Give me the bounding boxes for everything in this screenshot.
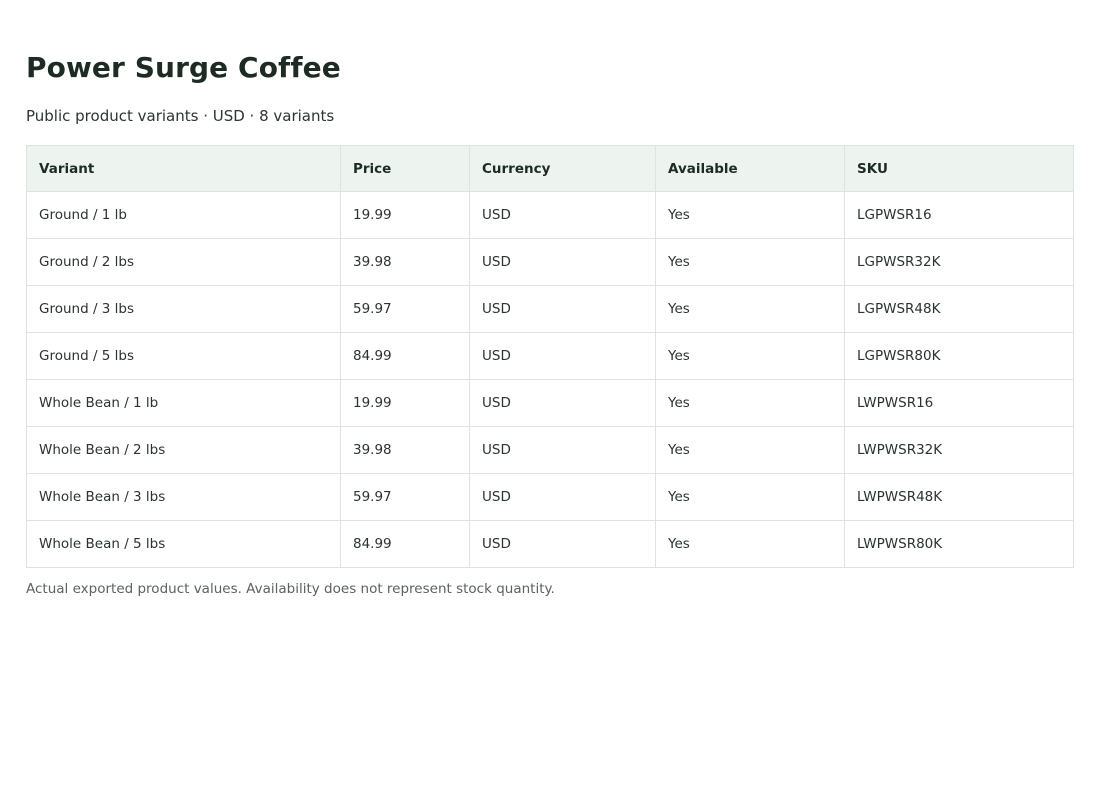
page: Power Surge Coffee Public product varian… [0, 0, 1100, 597]
cell-sku: LGPWSR16 [844, 191, 1074, 239]
cell-sku: LWPWSR80K [844, 520, 1074, 568]
cell-currency: USD [469, 238, 656, 286]
table-row: Whole Bean / 1 lb 19.99 USD Yes LWPWSR16 [26, 379, 1074, 427]
cell-available: Yes [655, 238, 845, 286]
cell-variant: Whole Bean / 3 lbs [26, 473, 341, 521]
cell-price: 19.99 [340, 379, 470, 427]
cell-sku: LWPWSR16 [844, 379, 1074, 427]
cell-available: Yes [655, 379, 845, 427]
column-header-sku: SKU [844, 145, 1074, 192]
cell-variant: Whole Bean / 5 lbs [26, 520, 341, 568]
cell-variant: Whole Bean / 1 lb [26, 379, 341, 427]
table-footnote: Actual exported product values. Availabi… [26, 581, 555, 597]
cell-variant: Ground / 5 lbs [26, 332, 341, 380]
cell-variant: Ground / 2 lbs [26, 238, 341, 286]
variants-table: Variant Price Currency Available SKU Gro… [26, 145, 1074, 568]
cell-sku: LGPWSR32K [844, 238, 1074, 286]
cell-currency: USD [469, 426, 656, 474]
cell-available: Yes [655, 191, 845, 239]
table-row: Ground / 5 lbs 84.99 USD Yes LGPWSR80K [26, 332, 1074, 380]
cell-currency: USD [469, 520, 656, 568]
cell-available: Yes [655, 332, 845, 380]
cell-variant: Whole Bean / 2 lbs [26, 426, 341, 474]
column-header-price: Price [340, 145, 470, 192]
cell-available: Yes [655, 285, 845, 333]
cell-currency: USD [469, 332, 656, 380]
cell-price: 84.99 [340, 332, 470, 380]
cell-available: Yes [655, 473, 845, 521]
header-row: Variant Price Currency Available SKU [26, 145, 1074, 192]
page-title: Power Surge Coffee [26, 51, 341, 84]
cell-price: 59.97 [340, 473, 470, 521]
cell-variant: Ground / 3 lbs [26, 285, 341, 333]
cell-currency: USD [469, 285, 656, 333]
table-row: Ground / 3 lbs 59.97 USD Yes LGPWSR48K [26, 285, 1074, 333]
cell-variant: Ground / 1 lb [26, 191, 341, 239]
column-header-currency: Currency [469, 145, 656, 192]
table-row: Ground / 1 lb 19.99 USD Yes LGPWSR16 [26, 191, 1074, 239]
page-subtitle: Public product variants · USD · 8 varian… [26, 107, 335, 125]
column-header-available: Available [655, 145, 845, 192]
cell-currency: USD [469, 379, 656, 427]
cell-available: Yes [655, 426, 845, 474]
cell-price: 84.99 [340, 520, 470, 568]
table-row: Whole Bean / 5 lbs 84.99 USD Yes LWPWSR8… [26, 520, 1074, 568]
table-row: Whole Bean / 3 lbs 59.97 USD Yes LWPWSR4… [26, 473, 1074, 521]
cell-currency: USD [469, 473, 656, 521]
cell-price: 59.97 [340, 285, 470, 333]
table-row: Ground / 2 lbs 39.98 USD Yes LGPWSR32K [26, 238, 1074, 286]
table-header: Variant Price Currency Available SKU [26, 145, 1074, 192]
cell-sku: LWPWSR48K [844, 473, 1074, 521]
table-body: Ground / 1 lb 19.99 USD Yes LGPWSR16 Gro… [26, 191, 1074, 568]
cell-sku: LWPWSR32K [844, 426, 1074, 474]
cell-currency: USD [469, 191, 656, 239]
table-row: Whole Bean / 2 lbs 39.98 USD Yes LWPWSR3… [26, 426, 1074, 474]
cell-price: 19.99 [340, 191, 470, 239]
cell-sku: LGPWSR80K [844, 332, 1074, 380]
cell-available: Yes [655, 520, 845, 568]
cell-sku: LGPWSR48K [844, 285, 1074, 333]
column-header-variant: Variant [26, 145, 341, 192]
cell-price: 39.98 [340, 426, 470, 474]
cell-price: 39.98 [340, 238, 470, 286]
